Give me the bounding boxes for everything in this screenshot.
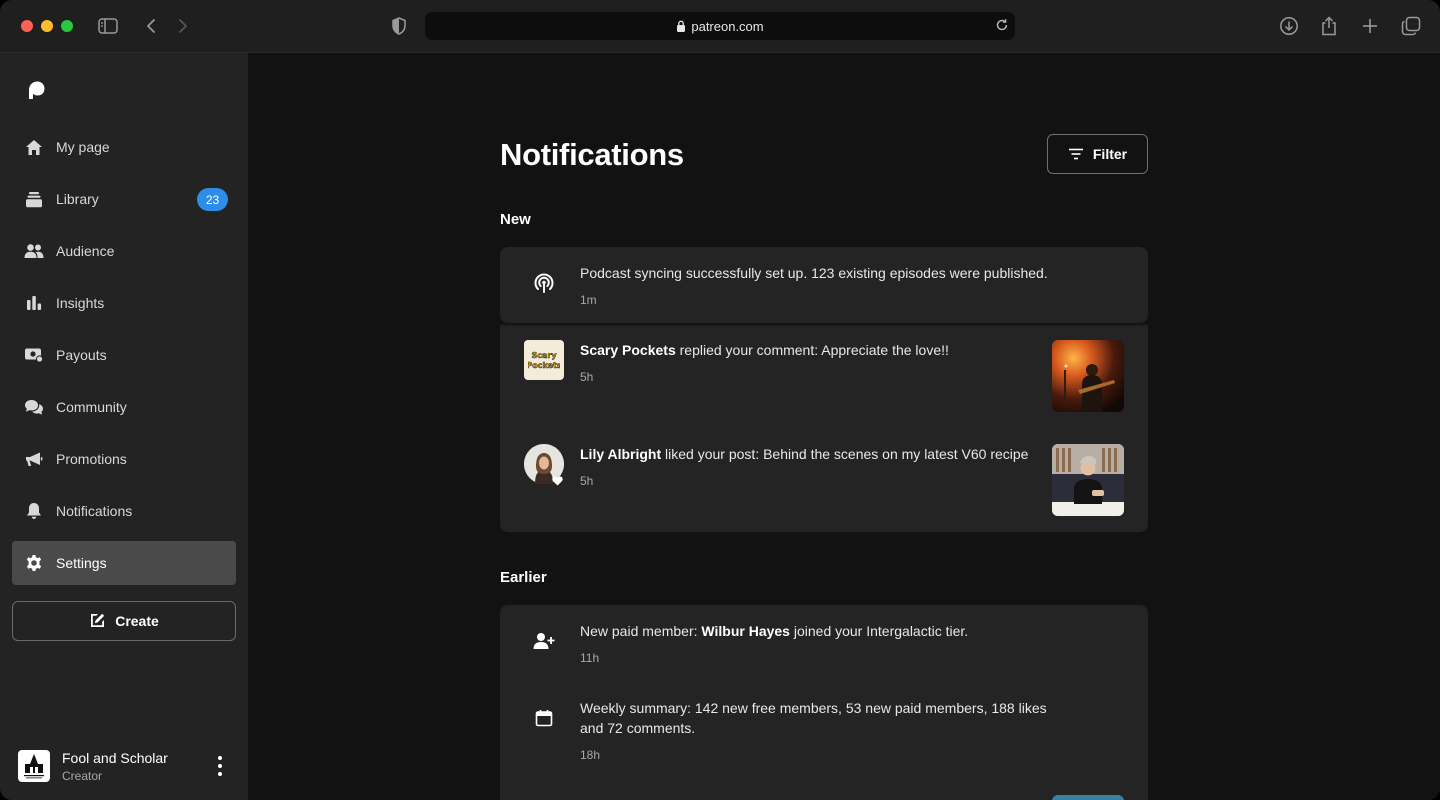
gear-icon bbox=[24, 553, 44, 573]
card-divider bbox=[500, 324, 1148, 327]
sidebar-item-promotions[interactable]: Promotions bbox=[12, 437, 236, 481]
notification-card[interactable]: Scary Pockets Scary Pockets replied your … bbox=[500, 324, 1148, 532]
url-text: patreon.com bbox=[691, 18, 764, 34]
library-icon bbox=[24, 189, 44, 209]
profile-switcher[interactable]: Fool and Scholar Creator bbox=[18, 750, 238, 786]
notification-text: Podcast syncing successfully set up. 123… bbox=[580, 265, 1048, 281]
minimize-window-button[interactable] bbox=[41, 20, 53, 32]
reload-icon[interactable] bbox=[995, 18, 1009, 35]
main-content: Notifications Filter New Podcast syncing… bbox=[248, 53, 1440, 800]
share-icon[interactable] bbox=[1318, 15, 1340, 37]
notification-time: 5h bbox=[580, 370, 594, 384]
notification-text: Weekly summary: 142 new free members, 53… bbox=[580, 700, 1047, 736]
notification-time: 5h bbox=[580, 474, 594, 488]
notification-text: New paid member: Wilbur Hayes joined you… bbox=[580, 623, 969, 639]
post-thumbnail[interactable] bbox=[1052, 795, 1124, 800]
sidebar-item-label: Payouts bbox=[56, 347, 107, 363]
new-tab-icon[interactable] bbox=[1359, 15, 1381, 37]
home-icon bbox=[24, 137, 44, 157]
lock-icon bbox=[676, 20, 686, 32]
heart-icon bbox=[550, 474, 564, 488]
notification-actor[interactable]: Scary Pockets bbox=[580, 342, 676, 358]
insights-icon bbox=[24, 293, 44, 313]
audience-icon bbox=[24, 241, 44, 261]
post-thumbnail[interactable] bbox=[1052, 444, 1124, 516]
notification-text: Scary Pockets replied your comment: Appr… bbox=[580, 342, 949, 358]
patreon-logo-icon[interactable] bbox=[26, 80, 46, 105]
sidebar-item-audience[interactable]: Audience bbox=[12, 229, 236, 273]
sidebar-item-payouts[interactable]: Payouts bbox=[12, 333, 236, 377]
creator-avatar bbox=[18, 750, 50, 782]
create-button-label: Create bbox=[115, 613, 159, 629]
notification-time: 1m bbox=[580, 293, 597, 307]
sidebar-item-label: Promotions bbox=[56, 451, 127, 467]
section-heading-new: New bbox=[500, 211, 531, 228]
address-bar[interactable]: patreon.com bbox=[425, 12, 1015, 40]
sidebar-item-label: Settings bbox=[56, 555, 107, 571]
podcast-icon bbox=[524, 263, 564, 303]
create-button[interactable]: Create bbox=[12, 601, 236, 641]
calendar-icon bbox=[524, 698, 564, 738]
sidebar-item-insights[interactable]: Insights bbox=[12, 281, 236, 325]
notification-actor[interactable]: Wilbur Hayes bbox=[701, 623, 790, 639]
bell-icon bbox=[24, 501, 44, 521]
notification-card[interactable]: Podcast syncing successfully set up. 123… bbox=[500, 247, 1148, 323]
profile-name: Fool and Scholar bbox=[62, 750, 168, 766]
sidebar-item-label: Audience bbox=[56, 243, 115, 259]
megaphone-icon bbox=[24, 449, 44, 469]
sidebar-item-community[interactable]: Community bbox=[12, 385, 236, 429]
sidebar-item-my-page[interactable]: My page bbox=[12, 125, 236, 169]
profile-role: Creator bbox=[62, 769, 103, 783]
section-heading-earlier: Earlier bbox=[500, 569, 547, 586]
notification-card[interactable]: New paid member: Wilbur Hayes joined you… bbox=[500, 605, 1148, 800]
sidebar-item-settings[interactable]: Settings bbox=[12, 541, 236, 585]
browser-toolbar: patreon.com bbox=[0, 0, 1440, 53]
filter-button[interactable]: Filter bbox=[1047, 134, 1148, 174]
notification-time: 18h bbox=[580, 748, 601, 762]
back-icon[interactable] bbox=[140, 15, 162, 37]
scary-pockets-avatar: Scary Pockets bbox=[524, 340, 564, 380]
sidebar: My page Library 23 Audience Insights Pay… bbox=[0, 53, 248, 800]
sidebar-item-label: Community bbox=[56, 399, 127, 415]
sidebar-item-label: Notifications bbox=[56, 503, 133, 519]
more-options-icon[interactable] bbox=[214, 756, 226, 776]
svg-text:Scary: Scary bbox=[531, 351, 557, 360]
privacy-shield-icon[interactable] bbox=[388, 15, 410, 37]
tab-overview-icon[interactable] bbox=[1400, 15, 1422, 37]
sidebar-item-label: Insights bbox=[56, 295, 105, 311]
downloads-icon[interactable] bbox=[1278, 15, 1300, 37]
notification-text: Lily Albright liked your post: Behind th… bbox=[580, 446, 1029, 462]
payouts-icon bbox=[24, 345, 44, 365]
sidebar-item-notifications[interactable]: Notifications bbox=[12, 489, 236, 533]
sidebar-toggle-icon[interactable] bbox=[97, 15, 119, 37]
filter-button-label: Filter bbox=[1092, 146, 1128, 162]
add-user-icon bbox=[524, 621, 564, 661]
sidebar-item-label: Library bbox=[56, 191, 99, 207]
zoom-window-button[interactable] bbox=[61, 20, 73, 32]
notification-actor[interactable]: Lily Albright bbox=[580, 446, 661, 462]
svg-text:Pockets: Pockets bbox=[528, 361, 560, 370]
sidebar-item-library[interactable]: Library 23 bbox=[12, 177, 236, 221]
post-thumbnail[interactable] bbox=[1052, 340, 1124, 412]
page-title: Notifications bbox=[500, 137, 684, 172]
forward-icon[interactable] bbox=[172, 15, 194, 37]
sidebar-item-label: My page bbox=[56, 139, 110, 155]
notification-time: 11h bbox=[580, 651, 600, 665]
browser-window: patreon.com My page Library 23 Audience … bbox=[0, 0, 1440, 800]
close-window-button[interactable] bbox=[21, 20, 33, 32]
filter-icon bbox=[1068, 148, 1084, 160]
edit-icon bbox=[89, 613, 105, 629]
library-count-badge: 23 bbox=[197, 188, 228, 211]
community-icon bbox=[24, 397, 44, 417]
